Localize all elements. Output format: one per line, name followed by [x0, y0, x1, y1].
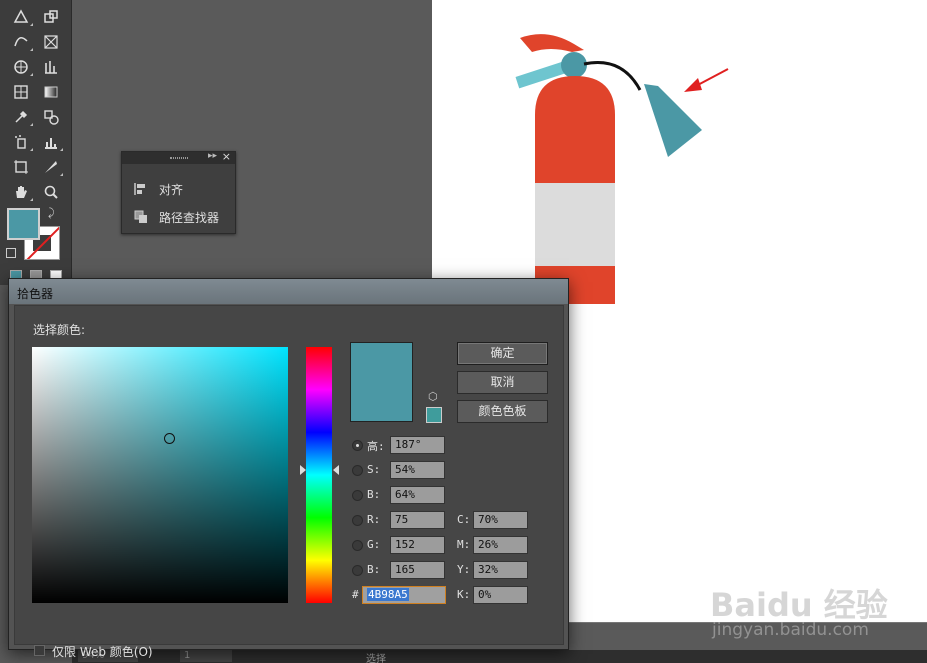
swap-fill-stroke-icon[interactable]: ⤸	[48, 206, 55, 220]
shape-builder-icon[interactable]	[8, 31, 34, 53]
hue-slider-right-arrow-icon[interactable]	[333, 465, 339, 476]
saturation-radio[interactable]	[352, 465, 363, 476]
web-colors-only-checkbox[interactable]	[34, 645, 45, 656]
magenta-label: M:	[457, 538, 471, 551]
page-field[interactable]: 1	[180, 650, 232, 662]
extinguisher-nozzle-icon	[644, 84, 702, 157]
yellow-field[interactable]: 32%	[473, 561, 528, 579]
pointer-arrowhead-icon	[684, 78, 702, 92]
black-field[interactable]: 0%	[473, 586, 528, 604]
color-picker-dialog: 拾色器 选择颜色: ⬡ 确定 取消 颜色色板 高: 187° S: 54% B:…	[8, 278, 569, 659]
extinguisher-body-top-icon	[535, 76, 615, 183]
cancel-button[interactable]: 取消	[457, 371, 548, 394]
web-color-swatch[interactable]	[426, 407, 442, 423]
panel-item-label: 对齐	[159, 182, 184, 197]
magenta-field[interactable]: 26%	[473, 536, 528, 554]
brightness-radio[interactable]	[352, 490, 363, 501]
brightness-field[interactable]: 64%	[390, 486, 445, 504]
column-graph-icon[interactable]	[38, 56, 64, 78]
hue-radio[interactable]	[352, 440, 363, 451]
hue-slider-left-arrow-icon[interactable]	[300, 465, 306, 476]
color-preview	[350, 342, 413, 422]
dialog-title[interactable]: 拾色器	[9, 279, 568, 304]
yellow-label: Y:	[457, 563, 471, 576]
slice-tool-icon[interactable]	[38, 156, 64, 178]
hex-label: #	[352, 588, 359, 601]
green-radio[interactable]	[352, 540, 363, 551]
red-radio[interactable]	[352, 515, 363, 526]
black-label: K:	[457, 588, 471, 601]
status-bar: 94% 1 选择	[72, 650, 927, 663]
tools-panel: ⤸	[0, 0, 72, 285]
free-transform-icon[interactable]	[38, 6, 64, 28]
select-color-label: 选择颜色:	[33, 323, 86, 337]
hue-field[interactable]: 187°	[390, 436, 445, 454]
panel-item-align[interactable]: 对齐	[134, 179, 183, 199]
fill-color-swatch[interactable]	[7, 208, 40, 240]
artboard-tool-icon[interactable]	[8, 156, 34, 178]
hue-label: 高:	[367, 440, 385, 453]
eyedropper-icon[interactable]	[8, 106, 34, 128]
gradient-mesh-icon[interactable]	[8, 81, 34, 103]
align-icon	[134, 182, 148, 196]
ok-button[interactable]: 确定	[457, 342, 548, 365]
red-field[interactable]: 75	[390, 511, 445, 529]
hex-field[interactable]: 4B98A5	[362, 586, 446, 604]
extinguisher-valve-icon	[561, 52, 587, 78]
panel-collapse-icon[interactable]: ▸▸	[208, 151, 217, 161]
web-safe-cube-icon: ⬡	[428, 390, 438, 403]
warp-tool-icon[interactable]	[8, 6, 34, 28]
panel-item-label: 路径查找器	[159, 210, 220, 225]
pathfinder-icon	[134, 210, 148, 224]
align-pathfinder-panel: ▸▸ × 对齐 路径查找器	[121, 150, 236, 234]
brightness-label: B:	[367, 488, 381, 501]
panel-close-icon[interactable]: ×	[222, 150, 231, 163]
blue-label: B:	[367, 563, 381, 576]
symbol-sprayer-icon[interactable]	[8, 131, 34, 153]
color-cursor[interactable]	[164, 433, 176, 445]
green-field[interactable]: 152	[390, 536, 445, 554]
saturation-brightness-field[interactable]	[32, 347, 288, 603]
web-colors-only-label: 仅限 Web 颜色(O)	[52, 645, 153, 659]
blue-field[interactable]: 165	[390, 561, 445, 579]
red-label: R:	[367, 513, 381, 526]
dialog-body: 选择颜色: ⬡ 确定 取消 颜色色板 高: 187° S: 54% B: 64%…	[14, 305, 564, 659]
color-swatches-button[interactable]: 颜色色板	[457, 400, 548, 423]
extinguisher-band-icon	[535, 183, 615, 266]
green-label: G:	[367, 538, 381, 551]
hand-tool-icon[interactable]	[8, 181, 34, 203]
panel-grip-icon[interactable]	[170, 157, 188, 159]
cyan-field[interactable]: 70%	[473, 511, 528, 529]
panel-titlebar[interactable]: ▸▸ ×	[122, 150, 235, 164]
saturation-label: S:	[367, 463, 381, 476]
baidu-watermark-url: jingyan.baidu.com	[712, 620, 869, 640]
extinguisher-handle-icon	[520, 34, 584, 52]
status-mode: 选择	[366, 654, 386, 663]
mesh-tool-icon[interactable]	[8, 56, 34, 78]
hue-slider[interactable]	[306, 347, 332, 603]
hex-value: 4B98A5	[367, 588, 409, 601]
blue-radio[interactable]	[352, 565, 363, 576]
saturation-field[interactable]: 54%	[390, 461, 445, 479]
blend-tool-icon[interactable]	[38, 106, 64, 128]
default-colors-icon[interactable]	[6, 248, 16, 258]
zoom-tool-icon[interactable]	[38, 181, 64, 203]
cyan-label: C:	[457, 513, 471, 526]
panel-item-pathfinder[interactable]: 路径查找器	[134, 207, 219, 227]
bar-graph-icon[interactable]	[38, 131, 64, 153]
perspective-grid-icon[interactable]	[38, 31, 64, 53]
gradient-tool-icon[interactable]	[38, 81, 64, 103]
